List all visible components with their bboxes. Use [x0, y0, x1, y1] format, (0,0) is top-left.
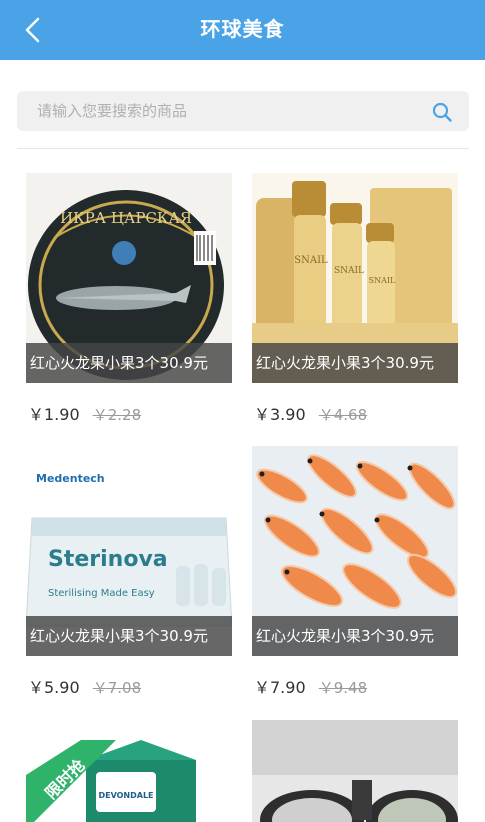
app-screen: 环球美食 ИКРА ЦАРСКАЯ — [0, 0, 485, 822]
product-brand-text: Sterinova — [48, 547, 168, 572]
price-row: ￥7.90 ￥9.48 — [254, 674, 367, 698]
product-old-price: ￥4.68 — [318, 406, 368, 424]
product-card[interactable]: SNAIL SNAIL SNAIL 红心火龙果小果3个30.9元 ￥3.90 ￥… — [252, 173, 458, 424]
price-row: ￥5.90 ￥7.08 — [28, 674, 141, 698]
product-card[interactable]: DEVONDALE 限时抢 — [26, 720, 232, 822]
product-brand-text: SNAIL — [294, 255, 328, 266]
product-image: SNAIL SNAIL SNAIL 红心火龙果小果3个30.9元 — [252, 173, 458, 383]
product-old-price: ￥2.28 — [92, 406, 142, 424]
product-caption: 红心火龙果小果3个30.9元 — [252, 616, 458, 656]
product-tagline-text: Sterilising Made Easy — [48, 588, 155, 599]
price-row: ￥1.90 ￥2.28 — [28, 401, 141, 425]
product-price: ￥5.90 — [28, 678, 80, 697]
product-card[interactable]: ИКРА ЦАРСКАЯ 红心火龙果小果3个30.9元 ￥1.90 ￥2.28 — [26, 173, 232, 424]
product-caption: 红心火龙果小果3个30.9元 — [26, 343, 232, 383]
product-price: ￥3.90 — [254, 405, 306, 424]
product-card[interactable]: Medentech Sterinova Sterilising Made Eas… — [26, 446, 232, 697]
product-image — [252, 720, 458, 822]
svg-text:SNAIL: SNAIL — [334, 266, 364, 276]
product-image: Medentech Sterinova Sterilising Made Eas… — [26, 446, 232, 656]
product-card[interactable]: 红心火龙果小果3个30.9元 ￥7.90 ￥9.48 — [252, 446, 458, 697]
price-row: ￥3.90 ￥4.68 — [254, 401, 367, 425]
product-maker-text: Medentech — [36, 472, 105, 485]
product-brand-text: DEVONDALE — [98, 791, 153, 800]
search-icon[interactable] — [431, 101, 453, 123]
product-price: ￥7.90 — [254, 678, 306, 697]
product-image: 红心火龙果小果3个30.9元 — [252, 446, 458, 656]
top-nav-bar: 环球美食 — [0, 0, 485, 60]
product-price: ￥1.90 — [28, 405, 80, 424]
product-old-price: ￥9.48 — [318, 679, 368, 697]
product-image: ИКРА ЦАРСКАЯ 红心火龙果小果3个30.9元 — [26, 173, 232, 383]
svg-text:SNAIL: SNAIL — [369, 276, 396, 285]
product-caption: 红心火龙果小果3个30.9元 — [26, 616, 232, 656]
search-input[interactable] — [17, 91, 417, 131]
product-old-price: ￥7.08 — [92, 679, 142, 697]
product-brand-text: ИКРА ЦАРСКАЯ — [60, 209, 192, 227]
search-bar[interactable] — [17, 91, 469, 131]
product-image: DEVONDALE 限时抢 — [26, 720, 232, 822]
product-card[interactable] — [252, 720, 458, 822]
divider — [17, 148, 469, 149]
product-caption: 红心火龙果小果3个30.9元 — [252, 343, 458, 383]
page-title: 环球美食 — [200, 17, 285, 41]
